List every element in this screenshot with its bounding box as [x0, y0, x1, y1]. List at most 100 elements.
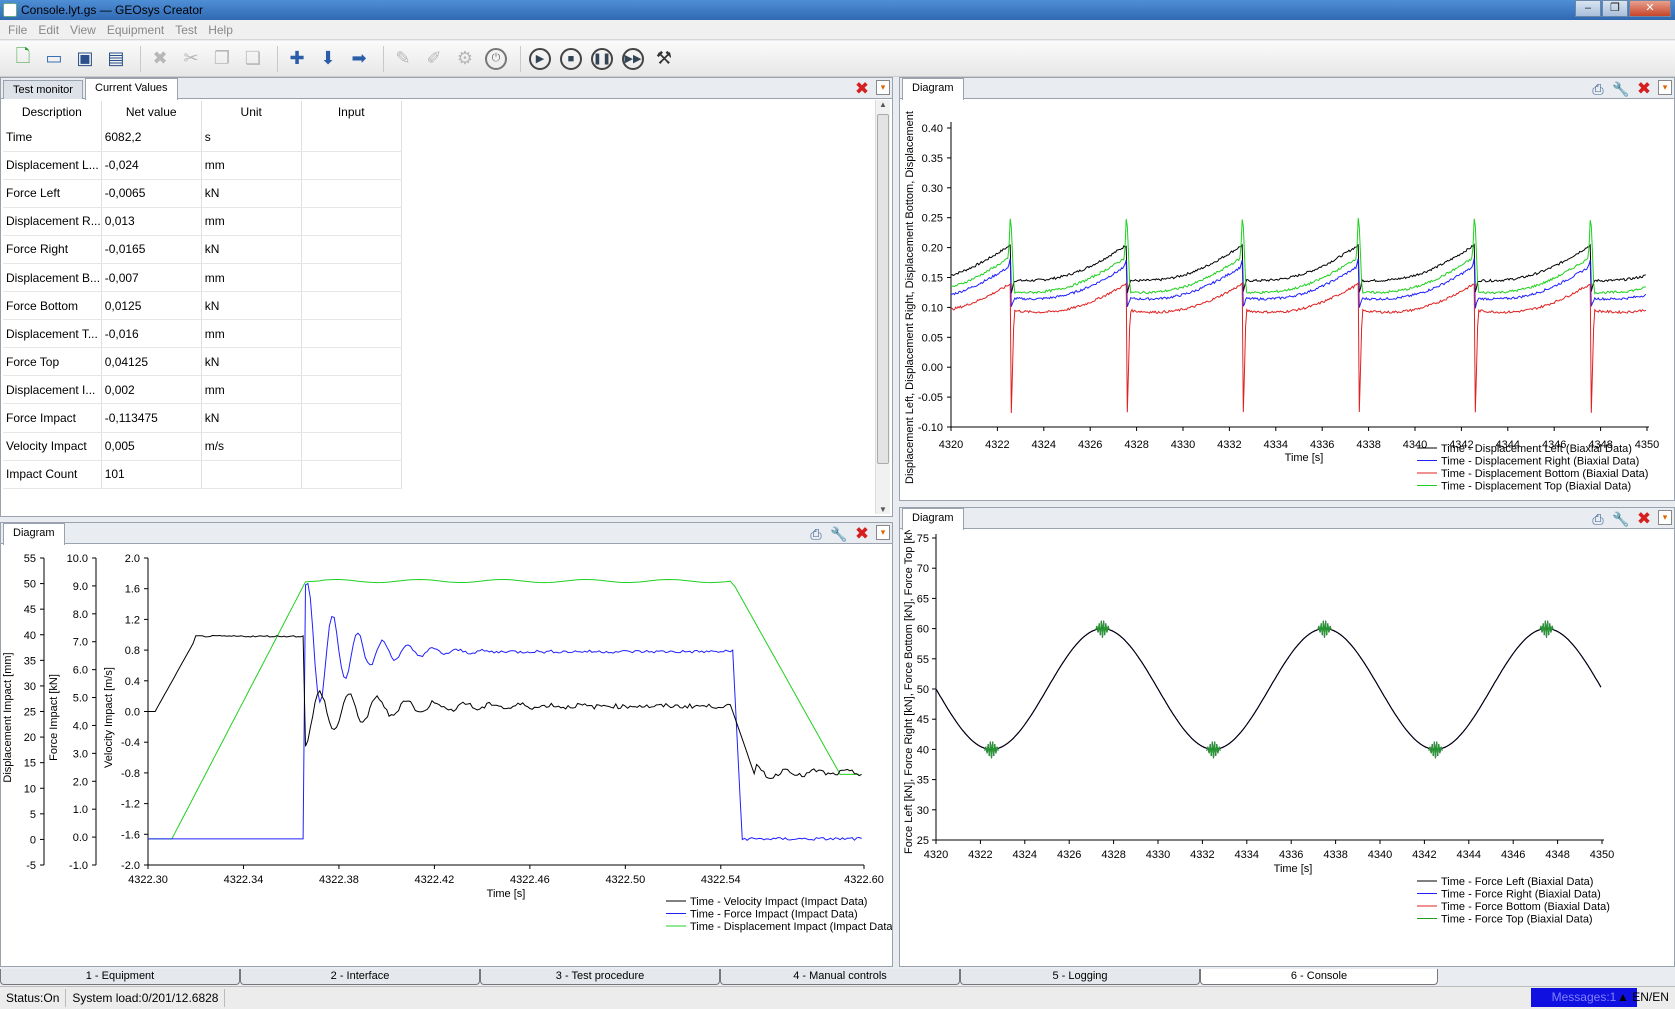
column-header-net-value[interactable]: Net value — [101, 101, 202, 123]
language-indicator[interactable]: ▲ EN/EN — [1617, 990, 1669, 1004]
table-row[interactable]: Impact Count 101 — [3, 460, 402, 489]
tab-test-procedure[interactable]: 3 - Test procedure — [480, 969, 720, 985]
dock-icon[interactable]: ▾ — [876, 80, 890, 95]
cell-net-value: 0,013 — [101, 207, 202, 236]
tab-diagram[interactable]: Diagram — [902, 78, 964, 100]
cell-input[interactable] — [301, 403, 402, 433]
move-down-icon[interactable]: ⬇ — [315, 46, 341, 72]
cell-input[interactable] — [301, 179, 402, 208]
wrench-icon[interactable]: 🔧 — [1612, 80, 1630, 98]
cell-input[interactable] — [301, 207, 402, 236]
tab-interface[interactable]: 2 - Interface — [240, 969, 480, 985]
cell-input[interactable] — [301, 432, 402, 461]
connect-icon[interactable]: ✎ — [390, 46, 416, 72]
vertical-scrollbar[interactable]: ▲ ▼ — [875, 100, 890, 514]
tab-equipment[interactable]: 1 - Equipment — [0, 969, 240, 985]
wrench-icon[interactable]: 🔧 — [830, 525, 848, 543]
force-chart[interactable]: 25 30 35 40 45 50 55 60 65 70 75 4320 4322 4324 4326 43… — [900, 530, 1674, 966]
series-jitter — [1539, 620, 1554, 638]
table-row[interactable]: Force Top 0,04125 kN — [3, 347, 402, 377]
disconnect-icon[interactable]: ✐ — [421, 46, 447, 72]
close-panel-icon[interactable]: ✖ — [1635, 79, 1653, 98]
impact-chart[interactable]: -5 0 5 10 15 20 25 30 35 40 45 50 55 Displacement Imp… — [1, 545, 892, 965]
print-icon[interactable]: ⎙ — [1589, 510, 1607, 528]
table-row[interactable]: Force Bottom 0,0125 kN — [3, 291, 402, 321]
table-row[interactable]: Force Left -0,0065 kN — [3, 179, 402, 208]
x-tick-label: 4328 — [1101, 849, 1125, 861]
cell-input[interactable] — [301, 151, 402, 180]
tab-console[interactable]: 6 - Console — [1200, 969, 1438, 985]
window-title: Console.lyt.gs — GEOsys Creator — [21, 3, 204, 17]
hammer-icon[interactable]: ⚒ — [651, 46, 677, 72]
cell-input[interactable] — [301, 319, 402, 349]
cell-input[interactable] — [301, 263, 402, 293]
play-icon[interactable]: ▶ — [527, 46, 553, 72]
tab-manual-controls[interactable]: 4 - Manual controls — [720, 969, 960, 985]
cell-description: Force Bottom — [3, 291, 102, 321]
print-icon[interactable]: ⎙ — [1589, 80, 1607, 98]
tab-logging[interactable]: 5 - Logging — [960, 969, 1200, 985]
fast-forward-icon[interactable]: ▶▶ — [620, 46, 646, 72]
table-row[interactable]: Displacement R... 0,013 mm — [3, 207, 402, 236]
dock-icon[interactable]: ▾ — [876, 525, 890, 540]
table-row[interactable]: Displacement B... -0,007 mm — [3, 263, 402, 293]
table-row[interactable]: Displacement T... -0,016 mm — [3, 319, 402, 349]
menu-help[interactable]: Help — [208, 23, 233, 37]
cell-input[interactable] — [301, 235, 402, 264]
paste-icon[interactable]: ❏ — [240, 46, 266, 72]
stop-icon[interactable]: ■ — [558, 46, 584, 72]
menu-file[interactable]: File — [8, 23, 27, 37]
cell-input[interactable] — [301, 123, 402, 152]
cell-input[interactable] — [301, 291, 402, 321]
tab-current-values[interactable]: Current Values — [85, 78, 178, 100]
dock-icon[interactable]: ▾ — [1658, 510, 1672, 525]
delete-icon[interactable]: ✖ — [147, 46, 173, 72]
close-panel-icon[interactable]: ✖ — [853, 524, 871, 543]
scroll-up-arrow-icon[interactable]: ▲ — [876, 100, 890, 109]
menu-test[interactable]: Test — [175, 23, 197, 37]
cell-net-value: -0,016 — [101, 319, 202, 349]
displacement-chart[interactable]: -0.10 -0.05 0.00 0.05 0.10 0.15 0.20 0.25 0.30 0.… — [900, 100, 1674, 500]
column-header-description[interactable]: Description — [3, 101, 102, 123]
cell-unit: s — [201, 123, 302, 152]
settings-gear-icon[interactable]: ⚙ — [452, 46, 478, 72]
print-icon[interactable]: ⎙ — [807, 525, 825, 543]
open-icon[interactable]: ▭ — [41, 46, 67, 72]
pause-icon[interactable]: ❚❚ — [589, 46, 615, 72]
new-file-icon[interactable]: 🗋 — [10, 46, 36, 72]
cell-input[interactable] — [301, 460, 402, 489]
table-row[interactable]: Force Right -0,0165 kN — [3, 235, 402, 264]
add-icon[interactable]: ✚ — [284, 46, 310, 72]
maximize-button[interactable]: ❐ — [1602, 0, 1628, 17]
copy-icon[interactable]: ❐ — [209, 46, 235, 72]
minimize-button[interactable]: ‒ — [1575, 0, 1601, 17]
save-as-icon[interactable]: ▤ — [103, 46, 129, 72]
cut-icon[interactable]: ✂ — [178, 46, 204, 72]
scroll-down-arrow-icon[interactable]: ▼ — [876, 505, 890, 514]
table-row[interactable]: Force Impact -0,113475 kN — [3, 403, 402, 433]
tab-diagram[interactable]: Diagram — [3, 523, 65, 545]
wrench-icon[interactable]: 🔧 — [1612, 510, 1630, 528]
tab-diagram[interactable]: Diagram — [902, 508, 964, 530]
menu-equipment[interactable]: Equipment — [107, 23, 164, 37]
menu-edit[interactable]: Edit — [38, 23, 59, 37]
table-row[interactable]: Velocity Impact 0,005 m/s — [3, 432, 402, 461]
cell-input[interactable] — [301, 375, 402, 405]
x-tick-label: 4342 — [1412, 849, 1436, 861]
close-window-button[interactable]: ✕ — [1629, 0, 1671, 17]
close-panel-icon[interactable]: ✖ — [1635, 509, 1653, 528]
table-row[interactable]: Displacement I... 0,002 mm — [3, 375, 402, 405]
cell-input[interactable] — [301, 347, 402, 377]
column-header-unit[interactable]: Unit — [201, 101, 302, 123]
close-panel-icon[interactable]: ✖ — [853, 79, 871, 98]
dock-icon[interactable]: ▾ — [1658, 80, 1672, 95]
power-icon[interactable]: ⏻ — [483, 46, 509, 72]
table-row[interactable]: Time 6082,2 s — [3, 123, 402, 152]
table-row[interactable]: Displacement L... -0,024 mm — [3, 151, 402, 180]
menu-view[interactable]: View — [70, 23, 96, 37]
scrollbar-thumb[interactable] — [877, 114, 889, 464]
move-right-icon[interactable]: ➡ — [346, 46, 372, 72]
save-icon[interactable]: ▣ — [72, 46, 98, 72]
tab-test-monitor[interactable]: Test monitor — [3, 80, 83, 99]
column-header-input[interactable]: Input — [301, 101, 402, 123]
